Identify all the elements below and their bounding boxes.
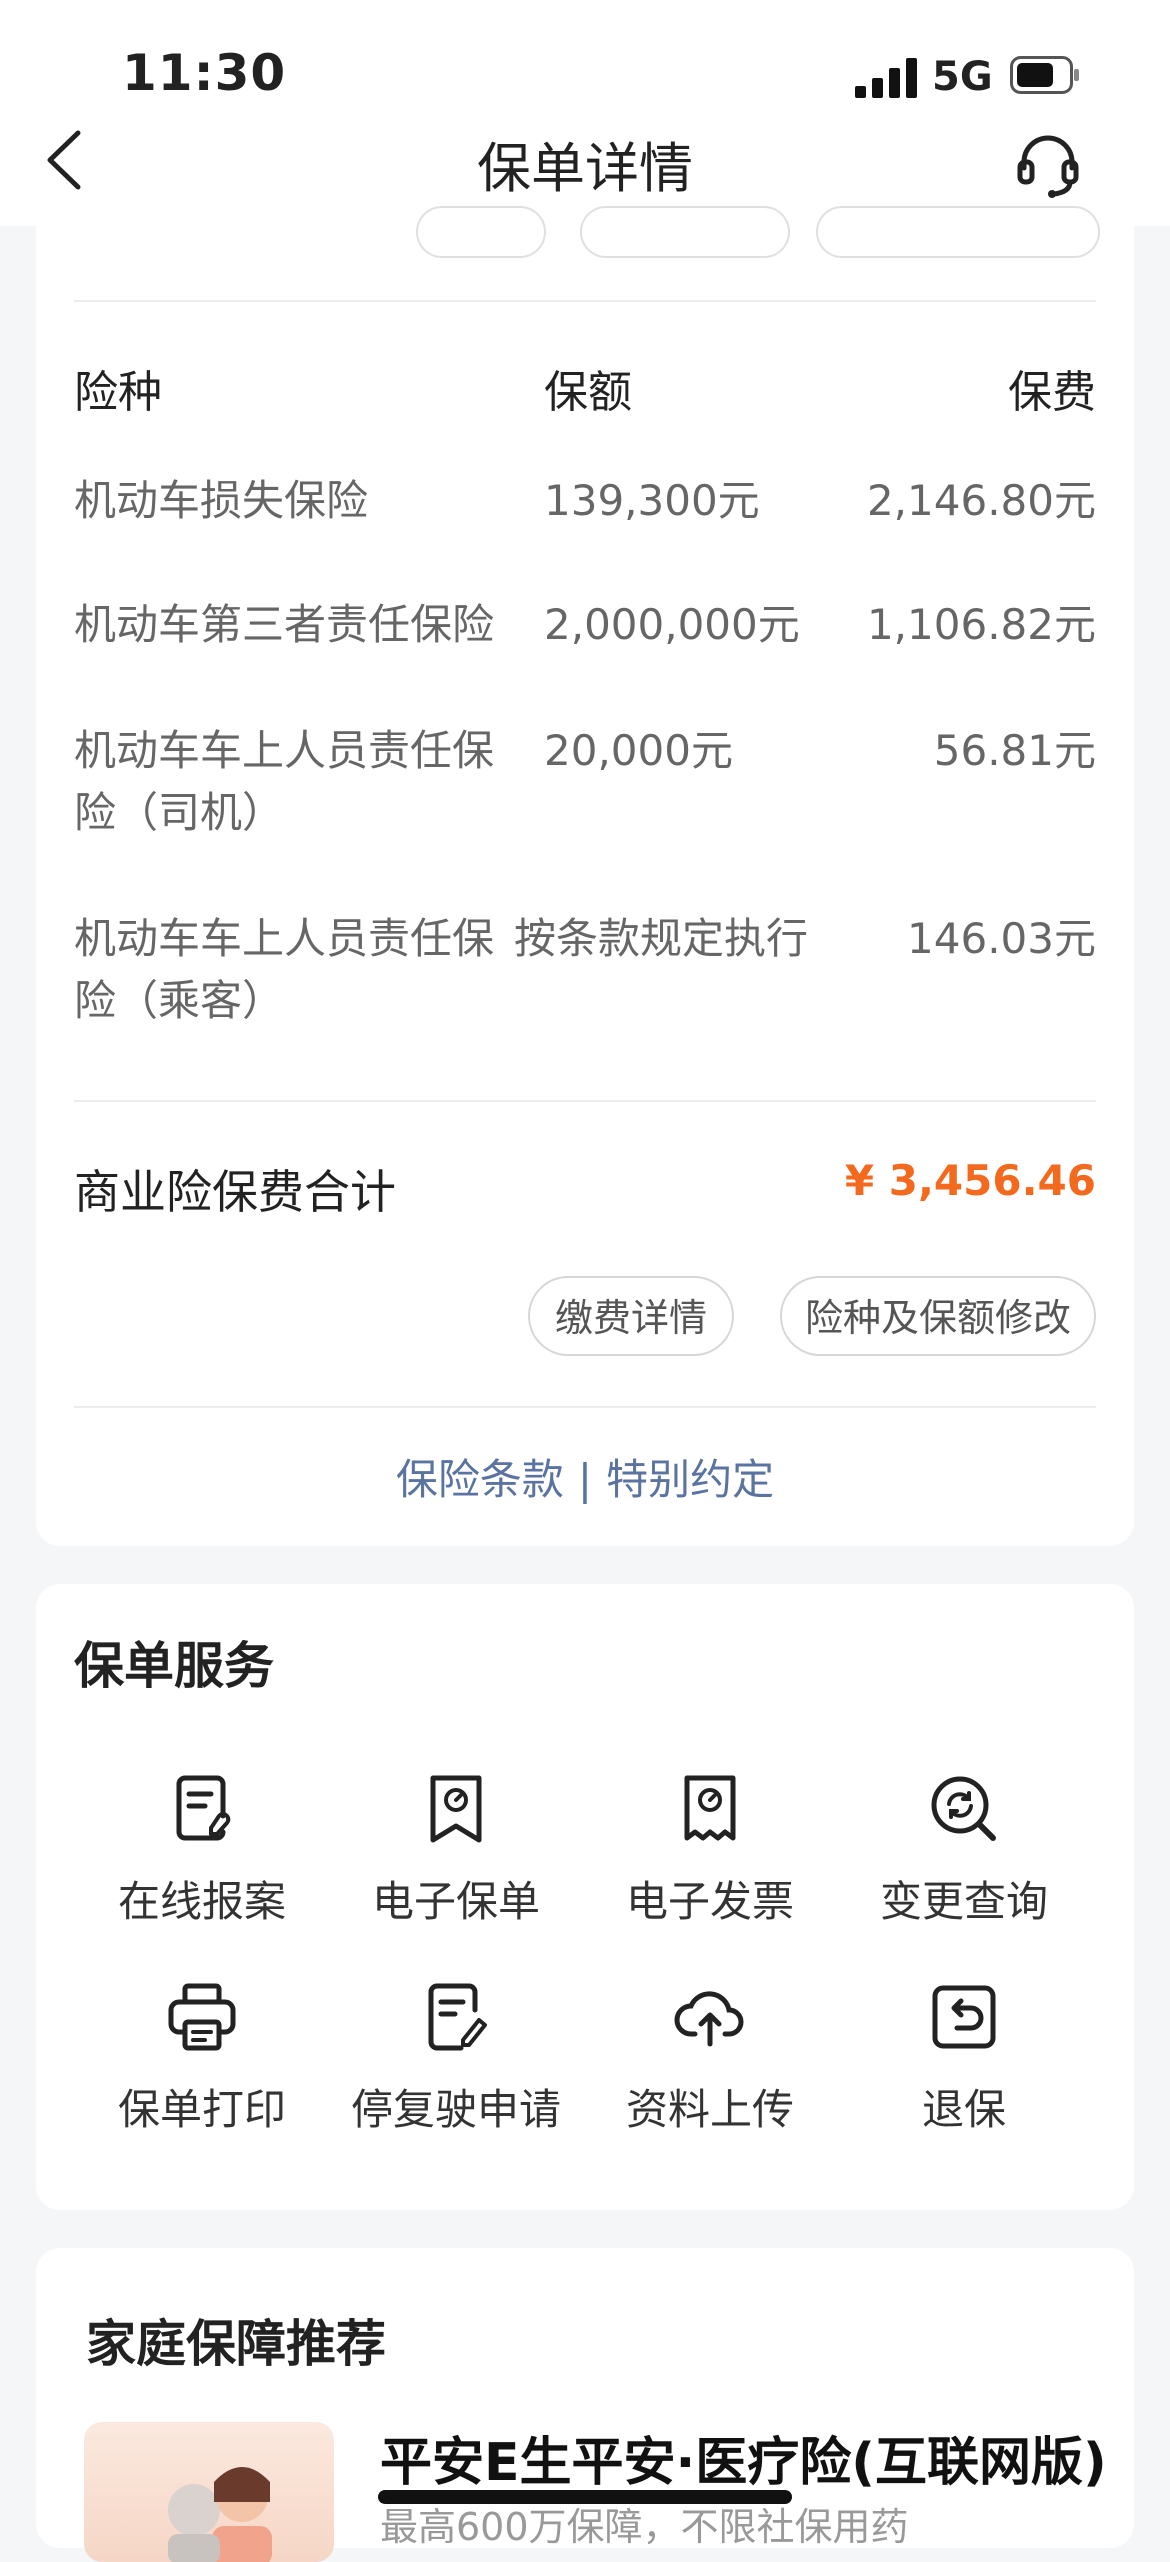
pay-detail-button[interactable]: 缴费详情 <box>528 1276 734 1356</box>
coverage-premium: 2,146.80元 <box>866 476 1096 525</box>
cloud-upload-icon <box>674 1991 744 2047</box>
policy-services-card: 保单服务 在线报案 电子保单 电子发票 变更查询 保单打印 停复驶申请 资料上传… <box>36 1584 1134 2210</box>
divider <box>74 300 1096 302</box>
special-agreement-link[interactable]: 特别约定 <box>606 1455 774 1504</box>
edit-doc-icon <box>428 1983 487 2051</box>
divider <box>74 1100 1096 1102</box>
service-label: 变更查询 <box>879 1877 1048 1926</box>
tag-pill[interactable] <box>816 206 1100 258</box>
service-label: 电子发票 <box>625 1877 794 1926</box>
coverage-amount: 2,000,000元 <box>544 600 800 649</box>
service-label: 保单打印 <box>117 2085 286 2134</box>
signal-icon <box>855 58 917 98</box>
home-indicator[interactable] <box>378 2490 792 2504</box>
coverage-name: 机动车车上人员责任保险（司机） <box>74 726 495 837</box>
customer-service-headset-icon[interactable] <box>1012 128 1084 200</box>
coverage-premium: 146.03元 <box>907 914 1096 963</box>
service-label: 在线报案 <box>117 1877 286 1926</box>
return-icon <box>932 1985 996 2049</box>
divider <box>74 1406 1096 1408</box>
modify-coverage-button[interactable]: 险种及保额修改 <box>780 1276 1096 1356</box>
services-title: 保单服务 <box>74 1637 274 1695</box>
service-label: 停复驶申请 <box>350 2085 561 2134</box>
header-type: 险种 <box>74 367 162 418</box>
battery-icon <box>1010 56 1079 94</box>
coverage-amount: 139,300元 <box>544 476 760 525</box>
bookmark-seal-icon <box>430 1775 482 1843</box>
tag-pill[interactable] <box>580 206 790 258</box>
total-value: ¥ 3,456.46 <box>844 1156 1096 1205</box>
coverage-name: 机动车第三者责任保险 <box>74 600 495 649</box>
service-upload-docs[interactable]: 资料上传 <box>590 1980 830 2137</box>
tag-pill[interactable] <box>416 206 546 258</box>
terms-links: 保险条款 | 特别约定 <box>36 1446 1134 1507</box>
product-title[interactable]: 平安E生平安·医疗险(互联网版) <box>380 2420 1107 2495</box>
header-amount: 保额 <box>544 367 632 418</box>
service-label: 电子保单 <box>371 1877 540 1926</box>
service-e-policy[interactable]: 电子保单 <box>336 1772 576 1929</box>
printer-icon <box>168 1983 236 2051</box>
coverage-premium: 56.81元 <box>933 726 1096 775</box>
total-label: 商业险保费合计 <box>74 1165 396 1219</box>
service-label: 退保 <box>921 2085 1006 2134</box>
service-change-query[interactable]: 变更查询 <box>844 1772 1084 1929</box>
service-online-report[interactable]: 在线报案 <box>82 1772 322 1929</box>
service-suspend-resume[interactable]: 停复驶申请 <box>336 1980 576 2137</box>
coverage-name: 机动车损失保险 <box>74 476 369 525</box>
report-doc-icon <box>176 1775 231 1841</box>
product-subtitle: 最高600万保障，不限社保用药 <box>380 2505 909 2549</box>
service-label: 资料上传 <box>625 2085 794 2134</box>
page-title: 保单详情 <box>477 137 693 200</box>
coverage-amount: 20,000元 <box>544 726 733 775</box>
coverage-premium: 1,106.82元 <box>866 600 1096 649</box>
service-cancel-policy[interactable]: 退保 <box>844 1980 1084 2137</box>
recommend-title: 家庭保障推荐 <box>86 2315 386 2373</box>
coverage-amount: 按条款规定执行 <box>514 914 809 963</box>
header-premium: 保费 <box>1008 367 1096 418</box>
product-image[interactable] <box>84 2422 334 2562</box>
service-print-policy[interactable]: 保单打印 <box>82 1980 322 2137</box>
status-time: 11:30 <box>122 44 287 102</box>
receipt-icon <box>684 1775 736 1841</box>
coverage-card: 险种 保额 保费 机动车损失保险 139,300元 2,146.80元 机动车第… <box>36 206 1134 1546</box>
network-type: 5G <box>932 54 993 100</box>
service-e-invoice[interactable]: 电子发票 <box>590 1772 830 1929</box>
family-illustration <box>168 2467 272 2562</box>
terms-link[interactable]: 保险条款 <box>396 1455 564 1504</box>
coverage-name: 机动车车上人员责任保险（乘客） <box>74 914 495 1025</box>
link-separator: | <box>577 1455 593 1504</box>
refresh-search-icon <box>931 1776 996 1841</box>
